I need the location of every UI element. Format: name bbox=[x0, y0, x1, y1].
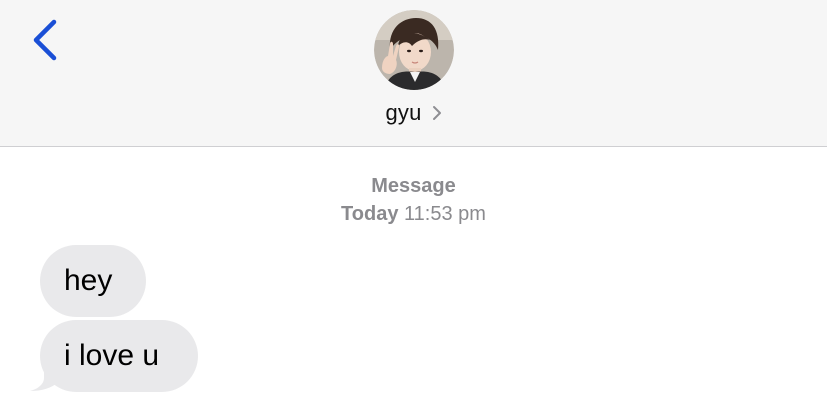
contact-avatar[interactable] bbox=[374, 10, 454, 90]
contact-name: gyu bbox=[385, 100, 422, 125]
chevron-left-icon bbox=[33, 19, 57, 61]
timestamp-line: Today 11:53 pm bbox=[0, 200, 827, 228]
thread-timestamp: Message Today 11:53 pm bbox=[0, 172, 827, 228]
back-button[interactable] bbox=[24, 16, 68, 68]
message-text: i love u bbox=[64, 339, 160, 372]
message-text: hey bbox=[64, 264, 113, 297]
avatar-photo bbox=[374, 10, 454, 90]
time-label: 11:53 pm bbox=[404, 203, 486, 225]
chevron-right-icon bbox=[432, 106, 441, 120]
day-label: Today bbox=[341, 203, 399, 225]
message-bubble[interactable]: hey bbox=[40, 245, 146, 317]
conversation-header: gyu bbox=[0, 0, 827, 147]
messages-screen: gyu Message Today 11:53 pm hey i love u bbox=[0, 0, 827, 412]
service-label: Message bbox=[371, 175, 456, 197]
message-bubble[interactable]: i love u bbox=[40, 320, 198, 392]
contact-details-link[interactable]: gyu bbox=[0, 98, 827, 128]
